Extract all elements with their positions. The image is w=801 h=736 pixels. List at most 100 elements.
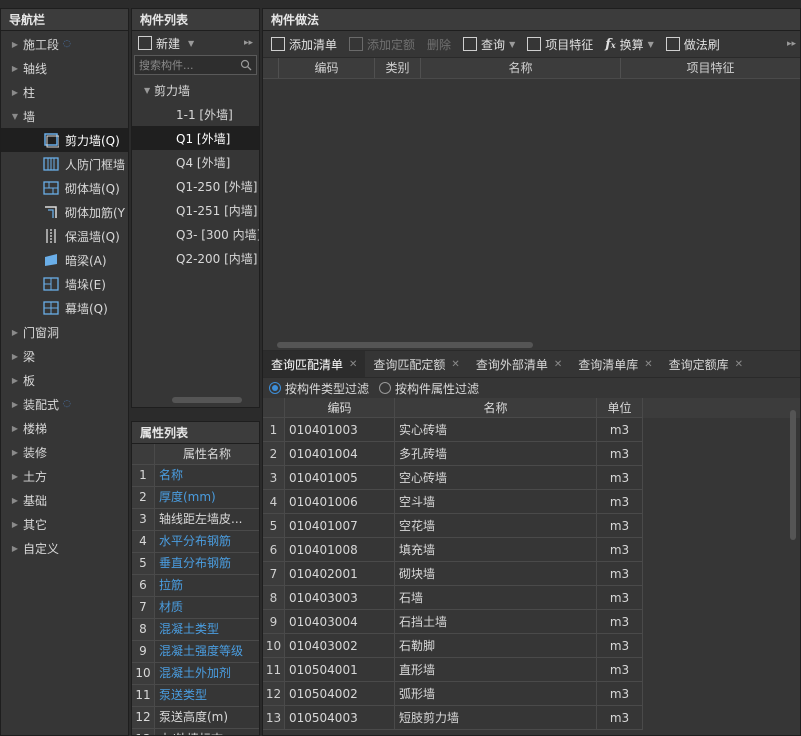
expand-right-icon[interactable]: ▶ <box>7 448 23 457</box>
query-table-row[interactable]: 6 010401008 填充墙 m3 <box>263 538 800 562</box>
query-grid-scrollbar[interactable] <box>790 410 796 540</box>
property-row[interactable]: 8 混凝土类型 <box>132 619 259 641</box>
add-quota-button[interactable]: 添加定额 <box>349 36 415 53</box>
component-item[interactable]: Q2-200 [内墙] <box>132 246 259 270</box>
component-item[interactable]: 1-1 [外墙] <box>132 102 259 126</box>
query-table-row[interactable]: 8 010403003 石墙 m3 <box>263 586 800 610</box>
delete-button[interactable]: 删除 <box>427 36 451 53</box>
close-icon[interactable]: ✕ <box>644 359 652 370</box>
query-table-row[interactable]: 5 010401007 空花墙 m3 <box>263 514 800 538</box>
nav-subitem[interactable]: 幕墙(Q) <box>1 296 128 320</box>
nav-subitem[interactable]: 暗梁(A) <box>1 248 128 272</box>
property-row[interactable]: 1 名称 <box>132 465 259 487</box>
convert-button[interactable]: fx 换算 ▼ <box>605 36 654 53</box>
query-table-row[interactable]: 3 010401005 空心砖墙 m3 <box>263 466 800 490</box>
component-item[interactable]: Q1-250 [外墙] <box>132 174 259 198</box>
nav-item[interactable]: ▶ 梁 <box>1 344 128 368</box>
nav-item[interactable]: ▶ 装配式 ◌ <box>1 392 128 416</box>
query-tab[interactable]: 查询匹配定额 ✕ <box>365 351 467 377</box>
method-brush-button[interactable]: 做法刷 <box>665 36 720 53</box>
expand-right-icon[interactable]: ▶ <box>7 88 23 97</box>
property-row[interactable]: 13内/外墙标志 <box>132 729 259 735</box>
new-component-button[interactable]: 新建 ▼ <box>138 35 194 52</box>
property-row[interactable]: 4 水平分布钢筋 <box>132 531 259 553</box>
add-list-button[interactable]: 添加清单 <box>271 36 337 53</box>
property-row[interactable]: 12 泵送高度(m) <box>132 707 259 729</box>
property-row[interactable]: 5 垂直分布钢筋 <box>132 553 259 575</box>
query-table-row[interactable]: 11 010504001 直形墙 m3 <box>263 658 800 682</box>
filter-by-attr-option[interactable]: 按构件属性过滤 <box>379 380 479 397</box>
property-row[interactable]: 7 材质 <box>132 597 259 619</box>
nav-item[interactable]: ▶ 门窗洞 <box>1 320 128 344</box>
query-tab[interactable]: 查询匹配清单 ✕ <box>263 351 366 377</box>
toolbar-overflow-icon[interactable]: ▸▸ <box>787 39 796 49</box>
property-row[interactable]: 10 混凝土外加剂 <box>132 663 259 685</box>
expand-right-icon[interactable]: ▶ <box>7 400 23 409</box>
nav-item[interactable]: ▶ 装修 <box>1 440 128 464</box>
query-tab[interactable]: 查询清单库 ✕ <box>570 351 660 377</box>
nav-item[interactable]: ▶ 轴线 <box>1 56 128 80</box>
nav-subitem[interactable]: 砌体加筋(Y <box>1 200 128 224</box>
query-table-row[interactable]: 9 010403004 石挡土墙 m3 <box>263 610 800 634</box>
property-row[interactable]: 3 轴线距左墙皮... <box>132 509 259 531</box>
nav-item[interactable]: ▶ 楼梯 <box>1 416 128 440</box>
component-list-scrollbar[interactable] <box>172 397 242 403</box>
expand-right-icon[interactable]: ▶ <box>7 328 23 337</box>
nav-subitem[interactable]: 墙垛(E) <box>1 272 128 296</box>
query-table-row[interactable]: 2 010401004 多孔砖墙 m3 <box>263 442 800 466</box>
nav-item[interactable]: ▼ 墙 <box>1 104 128 128</box>
close-icon[interactable]: ✕ <box>349 359 357 370</box>
nav-subitem[interactable]: 砌体墙(Q) <box>1 176 128 200</box>
nav-item[interactable]: ▶ 板 <box>1 368 128 392</box>
nav-item[interactable]: ▶ 土方 <box>1 464 128 488</box>
close-icon[interactable]: ✕ <box>554 359 562 370</box>
component-search-input[interactable]: 搜索构件... <box>139 57 194 73</box>
query-table-row[interactable]: 10 010403002 石勒脚 m3 <box>263 634 800 658</box>
component-group-shear-wall[interactable]: ▼ 剪力墙 <box>132 78 259 102</box>
nav-item[interactable]: ▶ 施工段 ◌ <box>1 32 128 56</box>
expand-right-icon[interactable]: ▶ <box>7 40 23 49</box>
expand-right-icon[interactable]: ▶ <box>7 424 23 433</box>
expand-right-icon[interactable]: ▶ <box>7 520 23 529</box>
expand-right-icon[interactable]: ▶ <box>7 64 23 73</box>
query-tab[interactable]: 查询外部清单 ✕ <box>468 351 570 377</box>
filter-attr-radio[interactable] <box>379 382 392 394</box>
nav-item[interactable]: ▶ 其它 <box>1 512 128 536</box>
property-row[interactable]: 11 泵送类型 <box>132 685 259 707</box>
component-item[interactable]: Q1 [外墙] <box>132 126 259 150</box>
close-icon[interactable]: ✕ <box>735 359 743 370</box>
query-tab[interactable]: 查询定额库 ✕ <box>661 351 751 377</box>
query-table-row[interactable]: 7 010402001 砌块墙 m3 <box>263 562 800 586</box>
query-table-row[interactable]: 12 010504002 弧形墙 m3 <box>263 682 800 706</box>
component-search-box[interactable]: 搜索构件... <box>134 55 257 75</box>
close-icon[interactable]: ✕ <box>451 359 459 370</box>
component-item[interactable]: Q3- [300 内墙] <box>132 222 259 246</box>
toolbar-overflow-icon[interactable]: ▸▸ <box>244 38 253 48</box>
nav-subitem[interactable]: 人防门框墙 <box>1 152 128 176</box>
query-table-row[interactable]: 1 010401003 实心砖墙 m3 <box>263 418 800 442</box>
query-table-row[interactable]: 4 010401006 空斗墙 m3 <box>263 490 800 514</box>
expand-right-icon[interactable]: ▶ <box>7 496 23 505</box>
expand-right-icon[interactable]: ▶ <box>7 544 23 553</box>
expand-right-icon[interactable]: ▶ <box>7 472 23 481</box>
nav-item[interactable]: ▶ 柱 <box>1 80 128 104</box>
nav-subitem[interactable]: 保温墙(Q) <box>1 224 128 248</box>
property-row[interactable]: 9 混凝土强度等级 <box>132 641 259 663</box>
expand-right-icon[interactable]: ▶ <box>7 352 23 361</box>
method-grid-scrollbar[interactable] <box>277 342 533 348</box>
expand-right-icon[interactable]: ▶ <box>7 376 23 385</box>
property-row[interactable]: 6 拉筋 <box>132 575 259 597</box>
component-item[interactable]: Q1-251 [内墙] <box>132 198 259 222</box>
filter-type-radio[interactable] <box>269 382 281 394</box>
component-item[interactable]: Q4 [外墙] <box>132 150 259 174</box>
nav-subitem[interactable]: 剪力墙(Q) <box>1 128 128 152</box>
query-button[interactable]: 查询 ▼ <box>463 36 515 53</box>
filter-by-type-option[interactable]: 按构件类型过滤 <box>269 380 369 397</box>
nav-item[interactable]: ▶ 自定义 <box>1 536 128 560</box>
nav-item[interactable]: ▶ 基础 <box>1 488 128 512</box>
expand-down-icon[interactable]: ▼ <box>7 112 23 121</box>
property-row[interactable]: 2 厚度(mm) <box>132 487 259 509</box>
query-table-row[interactable]: 13 010504003 短肢剪力墙 m3 <box>263 706 800 730</box>
item-feature-button[interactable]: 项目特征 <box>527 36 593 53</box>
search-icon[interactable] <box>240 59 252 71</box>
